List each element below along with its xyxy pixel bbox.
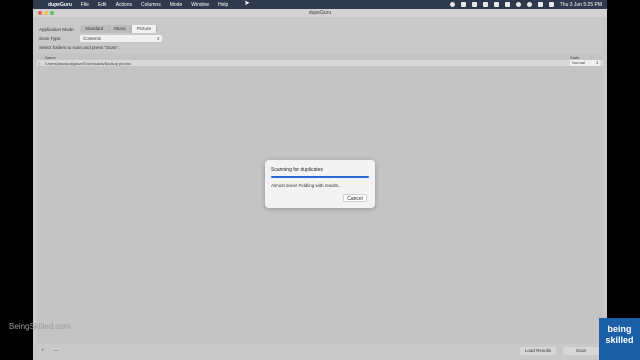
mode-standard-button[interactable]: Standard <box>80 25 110 33</box>
folder-path: /Users/jasonpalgrave/Downloads/Backup ph… <box>45 61 132 66</box>
menu-file[interactable]: File <box>81 2 89 8</box>
menu-edit[interactable]: Edit <box>98 2 107 8</box>
display-icon[interactable] <box>471 2 477 7</box>
menu-extra-icon[interactable] <box>504 2 510 7</box>
status-area: Thu 3 Jun 5:25 PM <box>449 0 602 9</box>
disclosure-triangle-icon[interactable]: › <box>39 61 40 66</box>
control-center-icon[interactable] <box>537 2 543 7</box>
brand-logo: being skilled <box>599 318 640 360</box>
app-mode-label: Application Mode: <box>39 27 75 32</box>
record-icon[interactable] <box>449 2 455 7</box>
scan-type-label: Scan Type: <box>39 36 62 41</box>
menu-window[interactable]: Window <box>191 2 209 8</box>
logo-line-1: being <box>607 324 632 334</box>
watermark-text: BeingSkilled.com <box>9 322 71 331</box>
bottom-bar: + — Load Results Scan <box>33 344 607 360</box>
window-title: dupeGuru <box>308 10 332 16</box>
load-results-button[interactable]: Load Results <box>520 347 556 355</box>
menu-actions[interactable]: Actions <box>116 2 132 8</box>
folder-state-value: Normal <box>572 60 585 65</box>
instruction-text: Select folders to scan and press "Scan". <box>39 45 119 50</box>
bluetooth-icon[interactable] <box>493 2 499 7</box>
progress-bar <box>271 176 369 178</box>
search-icon[interactable] <box>526 2 532 7</box>
cancel-button[interactable]: Cancel <box>343 194 367 202</box>
scan-progress-dialog: Scanning for duplicates Almost done! Fid… <box>265 160 375 208</box>
battery-icon[interactable] <box>482 2 488 7</box>
menu-mode[interactable]: Mode <box>170 2 183 8</box>
progress-status-text: Almost done! Fiddling with results... <box>271 183 342 188</box>
scan-type-select[interactable]: Contents ⇕ <box>80 35 162 42</box>
state-chevron-icon: ⇕ <box>595 60 599 65</box>
progress-bar-fill <box>271 176 369 178</box>
menu-app-name[interactable]: dupeGuru <box>48 2 72 8</box>
scan-type-value: Contents <box>83 36 102 41</box>
remove-folder-button[interactable]: — <box>53 348 59 354</box>
siri-icon[interactable] <box>548 2 554 7</box>
folder-state-select[interactable]: Normal ⇕ <box>570 60 600 66</box>
logo-line-2: skilled <box>605 335 634 345</box>
mouse-cursor-icon: ➤ <box>244 0 250 7</box>
add-folder-button[interactable]: + <box>41 348 45 354</box>
select-chevron-icon: ⇕ <box>156 36 160 41</box>
menu-columns[interactable]: Columns <box>141 2 161 8</box>
title-bar: dupeGuru <box>33 9 607 17</box>
table-row[interactable]: › /Users/jasonpalgrave/Downloads/Backup … <box>37 60 603 66</box>
menubar-clock[interactable]: Thu 3 Jun 5:25 PM <box>560 2 602 8</box>
menu-bar: dupeGuru File Edit Actions Columns Mode … <box>33 0 607 9</box>
screen-icon[interactable] <box>460 2 466 7</box>
menu-help[interactable]: Help <box>218 2 228 8</box>
wifi-icon[interactable] <box>515 2 521 7</box>
app-mode-segmented-control: Standard Music Picture <box>80 25 158 33</box>
mode-music-button[interactable]: Music <box>109 25 133 33</box>
mode-picture-button[interactable]: Picture <box>132 25 158 33</box>
dialog-title: Scanning for duplicates <box>271 167 323 173</box>
scan-button[interactable]: Scan <box>563 347 599 355</box>
